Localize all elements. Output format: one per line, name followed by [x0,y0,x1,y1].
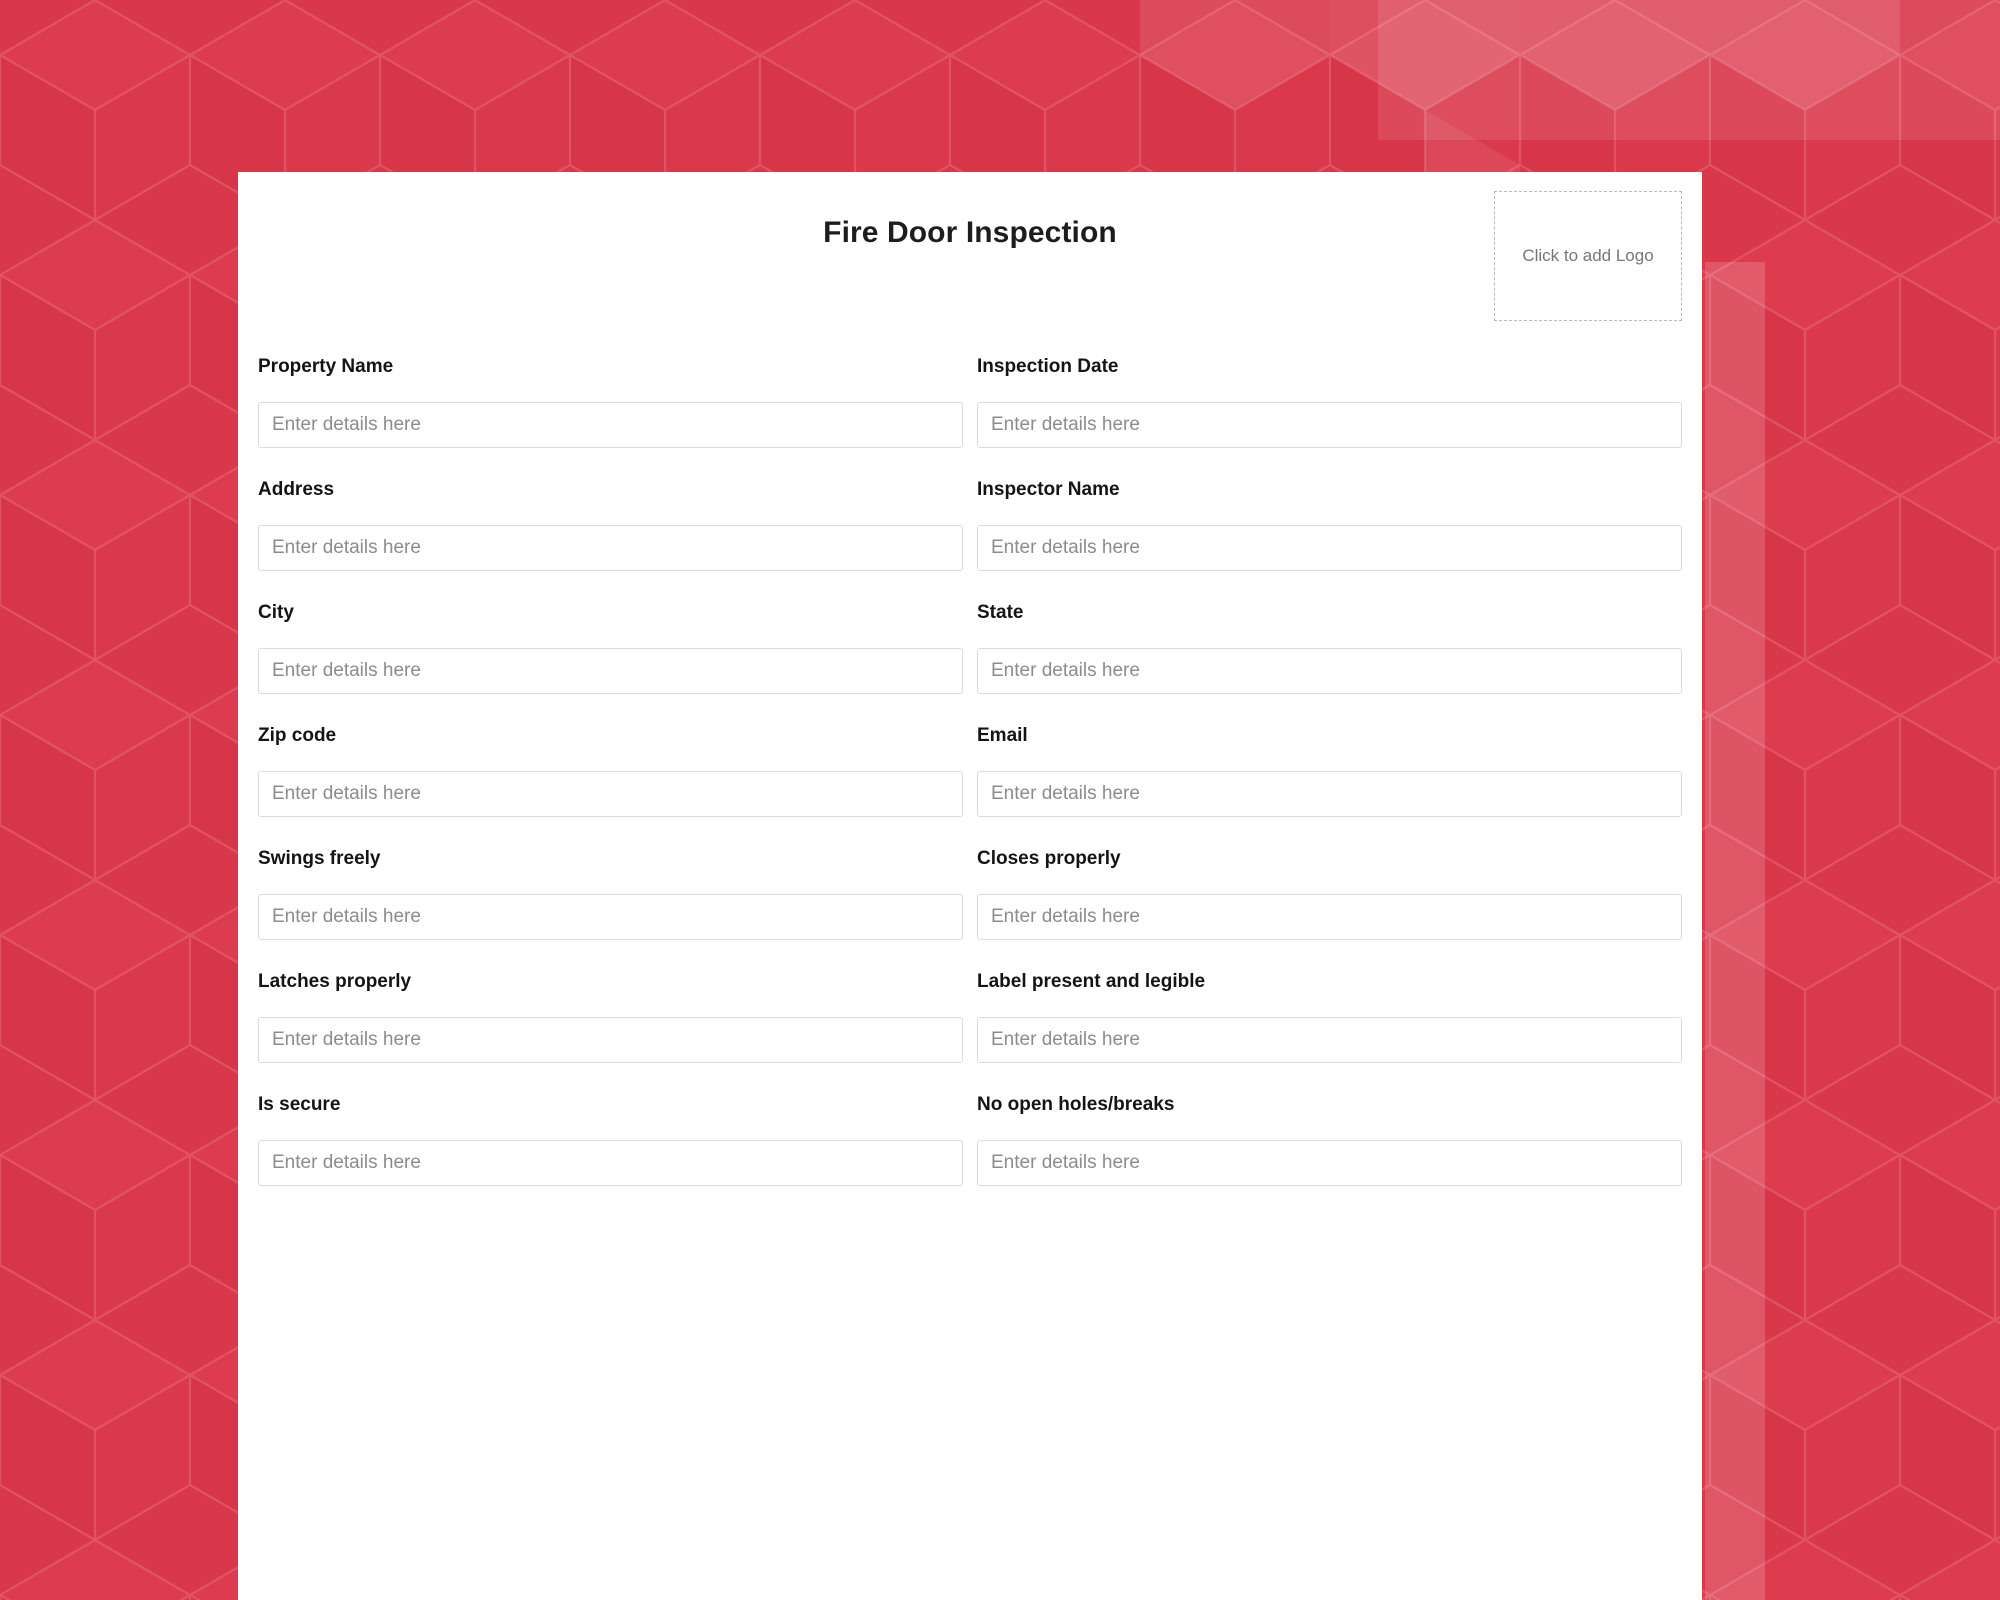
form-field-no-open-holes-breaks: No open holes/breaks [977,1093,1682,1216]
form-field-zip-code: Zip code [258,724,963,847]
form-field-label-present-and-legible: Label present and legible [977,970,1682,1093]
field-input-latches-properly[interactable] [258,1017,963,1063]
form-field-property-name: Property Name [258,355,963,478]
field-input-inspection-date[interactable] [977,402,1682,448]
field-input-swings-freely[interactable] [258,894,963,940]
field-input-closes-properly[interactable] [977,894,1682,940]
form-field-inspection-date: Inspection Date [977,355,1682,478]
field-label-property-name: Property Name [258,356,394,377]
field-input-email[interactable] [977,771,1682,817]
field-input-is-secure[interactable] [258,1140,963,1186]
form-fields-grid: Property Name Inspection Date Address Inspe… [258,355,1682,1216]
field-label-zip-code: Zip code [258,725,337,746]
field-label-label-present-and-legible: Label present and legible [977,971,1206,992]
field-input-zip-code[interactable] [258,771,963,817]
form-field-email: Email [977,724,1682,847]
field-input-property-name[interactable] [258,402,963,448]
field-label-closes-properly: Closes properly [977,848,1121,869]
field-input-no-open-holes-breaks[interactable] [977,1140,1682,1186]
form-field-is-secure: Is secure [258,1093,963,1216]
form-field-swings-freely: Swings freely [258,847,963,970]
field-label-swings-freely: Swings freely [258,848,381,869]
field-input-city[interactable] [258,648,963,694]
field-input-state[interactable] [977,648,1682,694]
form-header: Fire Door Inspection Click to add Logo [238,172,1702,337]
field-label-city: City [258,602,294,623]
form-field-city: City [258,601,963,724]
form-field-state: State [977,601,1682,724]
form-field-latches-properly: Latches properly [258,970,963,1093]
field-label-address: Address [258,479,335,500]
logo-upload-placeholder[interactable]: Click to add Logo [1494,191,1682,321]
field-input-label-present-and-legible[interactable] [977,1017,1682,1063]
field-label-state: State [977,602,1024,623]
field-input-inspector-name[interactable] [977,525,1682,571]
field-label-no-open-holes-breaks: No open holes/breaks [977,1094,1175,1115]
field-label-latches-properly: Latches properly [258,971,412,992]
inspection-form-card: Fire Door Inspection Click to add Logo P… [238,172,1702,1600]
field-label-is-secure: Is secure [258,1094,341,1115]
field-label-inspection-date: Inspection Date [977,356,1119,377]
field-input-address[interactable] [258,525,963,571]
field-label-inspector-name: Inspector Name [977,479,1120,500]
field-label-email: Email [977,725,1028,746]
form-field-inspector-name: Inspector Name [977,478,1682,601]
form-field-closes-properly: Closes properly [977,847,1682,970]
page-title: Fire Door Inspection [823,216,1117,249]
logo-placeholder-label: Click to add Logo [1522,246,1654,265]
form-field-address: Address [258,478,963,601]
